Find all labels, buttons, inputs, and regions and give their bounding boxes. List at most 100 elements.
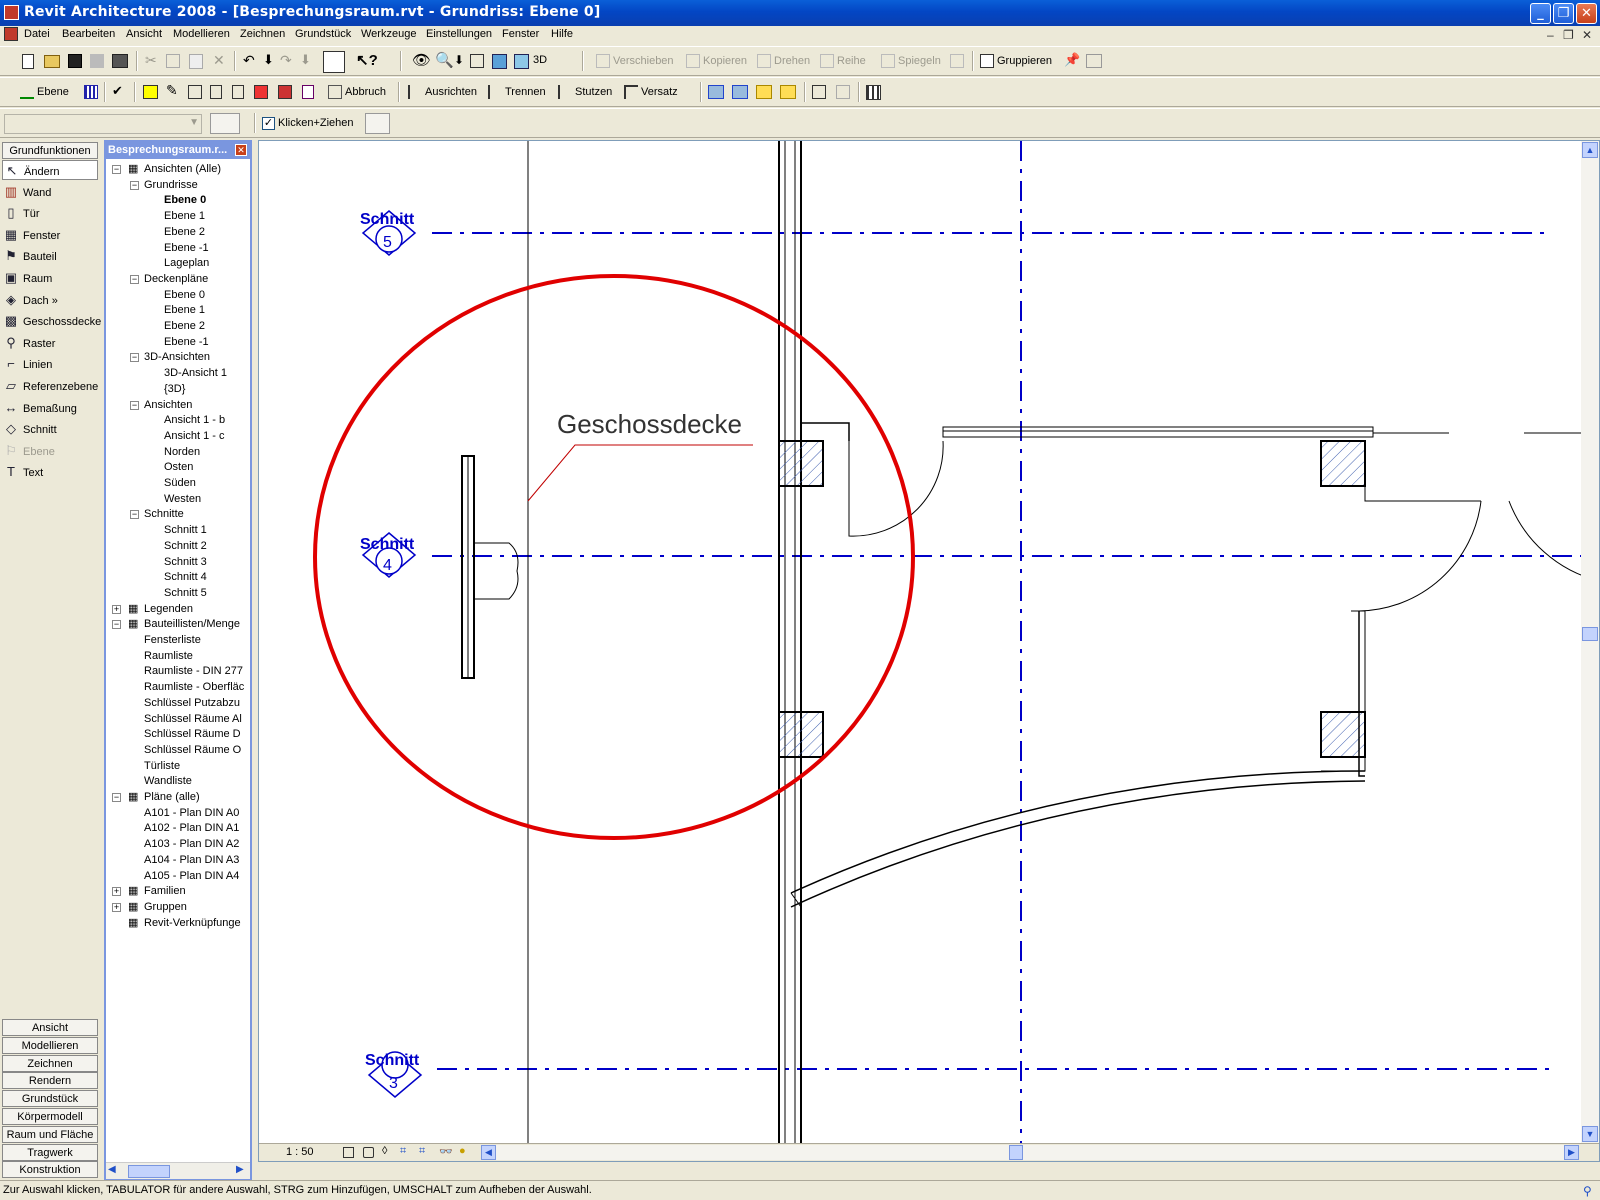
render-icon[interactable]	[492, 54, 507, 69]
collapse-icon[interactable]: −	[112, 165, 121, 174]
open-folder-icon[interactable]	[44, 55, 60, 68]
design-bar-tab-2[interactable]: Zeichnen	[2, 1054, 98, 1072]
browser-node[interactable]: Ebene 2	[164, 225, 205, 240]
menu-grundstueck[interactable]: Grundstück	[295, 28, 351, 40]
design-bar-tab-0[interactable]: Ansicht	[2, 1019, 98, 1036]
undo-list-icon[interactable]: ⬇	[263, 52, 274, 68]
design-bar-tab-3[interactable]: Rendern	[2, 1072, 98, 1090]
browser-node[interactable]: Schnitte	[144, 507, 184, 522]
detail-level-icon[interactable]	[343, 1147, 354, 1158]
design-tool-6[interactable]: ◈ Dach »	[4, 290, 98, 310]
browser-node[interactable]: A105 - Plan DIN A4	[144, 869, 239, 884]
save-all-icon[interactable]	[90, 54, 104, 68]
browser-node[interactable]: Süden	[164, 476, 196, 491]
design-tool-13[interactable]: ⚐ Ebene	[4, 441, 98, 461]
cut-icon[interactable]: ✂	[145, 52, 157, 69]
document-icon[interactable]	[4, 27, 18, 41]
unpin-icon[interactable]	[1086, 54, 1102, 68]
expand-icon[interactable]: +	[112, 604, 121, 614]
design-tool-4[interactable]: ⚑ Bauteil	[4, 246, 98, 266]
filter-icon[interactable]	[365, 113, 390, 134]
browser-node[interactable]: Osten	[164, 460, 193, 475]
browser-node[interactable]: Ansicht 1 - b	[164, 413, 225, 428]
design-bar-tab-4[interactable]: Grundstück	[2, 1090, 98, 1108]
menu-ansicht[interactable]: Ansicht	[126, 28, 162, 40]
design-tool-9[interactable]: ⌐ Linien	[4, 354, 98, 374]
browser-node[interactable]: A102 - Plan DIN A1	[144, 821, 239, 836]
view-scale[interactable]: 1 : 50	[286, 1146, 314, 1158]
menu-fenster[interactable]: Fenster	[502, 28, 539, 40]
revit-app-icon[interactable]	[4, 5, 19, 20]
browser-node[interactable]: Schnitt 5	[164, 586, 207, 601]
column[interactable]	[778, 711, 824, 758]
select-level-icon[interactable]	[756, 85, 772, 99]
browser-node[interactable]: Raumliste - DIN 277	[144, 664, 243, 679]
door[interactable]	[848, 440, 1599, 612]
design-tool-11[interactable]: ↔ Bemaßung	[4, 398, 98, 418]
section-head-3[interactable]: Schnitt 3	[365, 1051, 423, 1098]
menu-bearbeiten[interactable]: Bearbeiten	[62, 28, 115, 40]
restore-icon[interactable]: ❐	[1553, 3, 1574, 24]
browser-node[interactable]: {3D}	[164, 382, 185, 397]
design-tool-14[interactable]: T Text	[4, 462, 98, 482]
help-pointer-icon[interactable]: ↖?	[356, 51, 378, 69]
browser-horizontal-scrollbar[interactable]: ◀ ▶	[106, 1162, 250, 1179]
floor-slab-element[interactable]	[461, 455, 519, 679]
browser-node[interactable]: Pläne (alle)	[144, 790, 200, 805]
browser-node[interactable]: Schlüssel Putzabzu	[144, 696, 240, 711]
save-icon[interactable]	[68, 54, 82, 68]
browser-node[interactable]: Fensterliste	[144, 633, 201, 648]
design-tool-2[interactable]: ▯ Tür	[4, 203, 98, 223]
copy-clipboard-icon[interactable]	[708, 85, 724, 99]
section-head-4[interactable]: Schnitt 4	[360, 532, 417, 578]
curved-wall[interactable]	[790, 770, 1366, 908]
shadows-icon[interactable]: ◊	[382, 1145, 387, 1157]
redo-list-icon[interactable]: ⬇	[300, 52, 311, 68]
scroll-down-icon[interactable]: ▼	[1582, 1126, 1598, 1142]
design-tool-3[interactable]: ▦ Fenster	[4, 225, 98, 245]
scroll-right-icon[interactable]: ▶	[236, 1164, 244, 1175]
section-head-5[interactable]: Schnitt 5	[360, 210, 417, 256]
menu-hilfe[interactable]: Hilfe	[551, 28, 573, 40]
design-bar-tab-8[interactable]: Konstruktion	[2, 1161, 98, 1179]
scroll-up-icon[interactable]: ▲	[1582, 142, 1598, 158]
browser-node[interactable]: Westen	[164, 492, 201, 507]
pin-icon[interactable]: 📌	[1064, 52, 1080, 68]
reihe-button[interactable]: Reihe	[820, 54, 866, 68]
collapse-icon[interactable]: −	[112, 620, 121, 630]
kopieren-button[interactable]: Kopieren	[686, 54, 747, 68]
drawing-area[interactable]: Geschossdecke Schnitt 5 Schnitt 4 Schnit…	[258, 140, 1600, 1162]
print-icon[interactable]	[112, 54, 128, 68]
browser-node[interactable]: Revit-Verknüpfunge	[144, 916, 241, 931]
status-filter-icon[interactable]: ⚲	[1583, 1182, 1592, 1200]
type-selector[interactable]: ▼	[4, 114, 202, 134]
menu-datei[interactable]: Datei	[24, 28, 50, 40]
design-tool-1[interactable]: ▥ Wand	[4, 182, 98, 202]
join-geometry-icon[interactable]	[232, 85, 244, 99]
menu-einstellungen[interactable]: Einstellungen	[426, 28, 492, 40]
browser-node[interactable]: A101 - Plan DIN A0	[144, 806, 239, 821]
trennen-button[interactable]: Trennen	[488, 85, 546, 99]
zoom-dropdown-icon[interactable]: ⬇	[454, 53, 464, 67]
menu-zeichnen[interactable]: Zeichnen	[240, 28, 285, 40]
canvas-vertical-scrollbar[interactable]: ▲ ▼	[1581, 141, 1599, 1143]
browser-scroll-thumb[interactable]	[128, 1165, 170, 1178]
design-bar-tab-grundfunktionen[interactable]: Grundfunktionen	[2, 142, 98, 159]
mdi-restore-icon[interactable]: ❐	[1563, 28, 1574, 42]
browser-node[interactable]: Ebene 0	[164, 288, 205, 303]
grid-icon[interactable]	[84, 85, 98, 99]
temporary-hide-icon[interactable]: 👓	[439, 1145, 453, 1158]
mdi-close-icon[interactable]: ✕	[1582, 28, 1592, 42]
menu-werkzeuge[interactable]: Werkzeuge	[361, 28, 416, 40]
wall-join-icon[interactable]	[278, 85, 292, 99]
redo-icon[interactable]: ↷	[280, 52, 292, 69]
design-tool-8[interactable]: ⚲ Raster	[4, 333, 98, 353]
design-tool-12[interactable]: ◇ Schnitt	[4, 419, 98, 439]
browser-node[interactable]: 3D-Ansicht 1	[164, 366, 227, 381]
browser-node[interactable]: Lageplan	[164, 256, 209, 271]
cut-geometry-icon[interactable]	[254, 85, 268, 99]
browser-node[interactable]: Ansichten (Alle)	[144, 162, 221, 177]
wall-horizontal[interactable]	[801, 422, 1599, 777]
copy-icon[interactable]	[166, 54, 180, 68]
scroll-left-canvas-icon[interactable]: ◀	[481, 1145, 496, 1160]
